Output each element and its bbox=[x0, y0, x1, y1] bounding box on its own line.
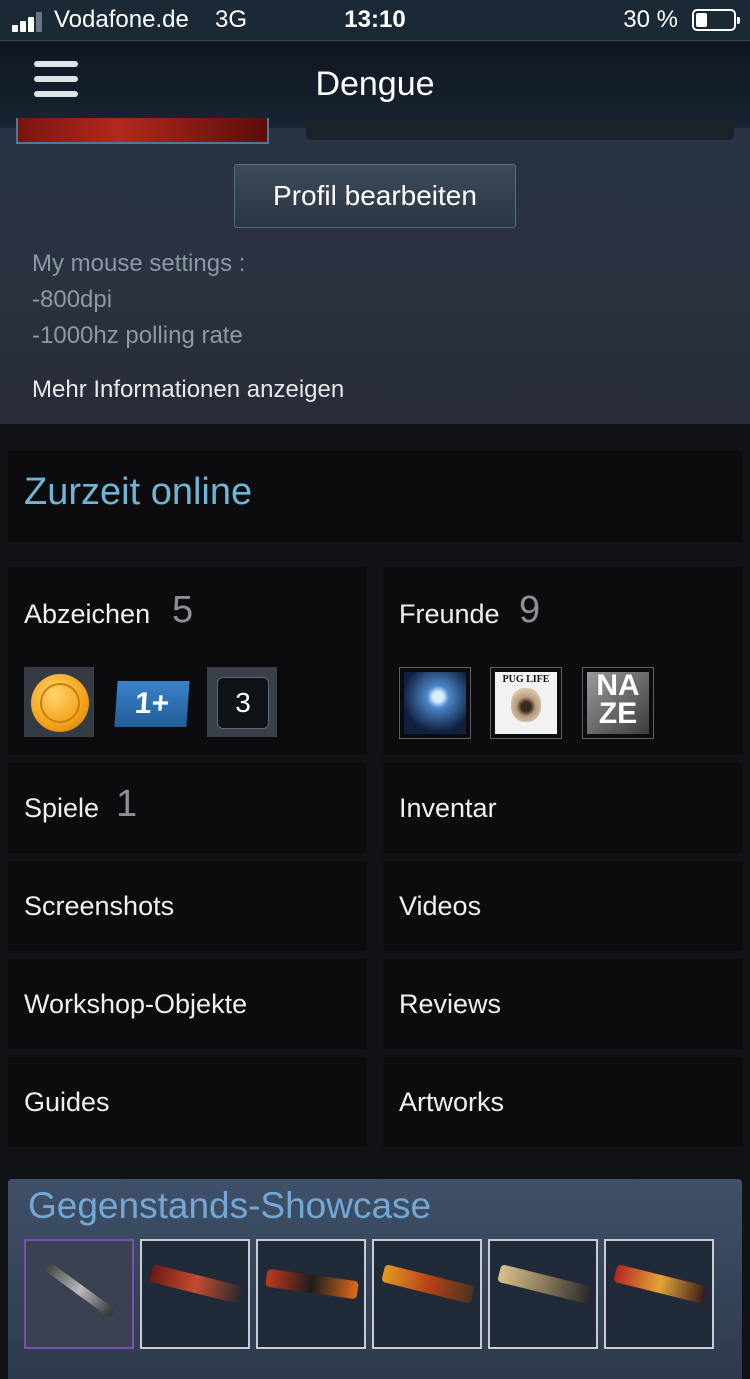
item-showcase: Gegenstands-Showcase bbox=[8, 1179, 742, 1379]
battery-percentage: 30 % bbox=[623, 6, 678, 33]
showcase-item[interactable] bbox=[372, 1239, 482, 1349]
profile-summary: My mouse settings : -800dpi -1000hz poll… bbox=[32, 246, 245, 354]
profile-header: Profil bearbeiten My mouse settings : -8… bbox=[0, 118, 750, 424]
more-info-link[interactable]: Mehr Informationen anzeigen bbox=[32, 376, 344, 404]
profile-level-panel bbox=[306, 118, 734, 140]
reviews-label: Reviews bbox=[399, 989, 502, 1019]
online-status-panel: Zurzeit online bbox=[8, 451, 742, 542]
videos-tile[interactable]: Videos bbox=[383, 861, 742, 951]
friend-avatar[interactable] bbox=[399, 667, 471, 739]
badges-tile[interactable]: Abzeichen 5 1+ 3 bbox=[8, 567, 366, 755]
artworks-tile[interactable]: Artworks bbox=[383, 1057, 742, 1147]
status-bar: Vodafone.de 3G 13:10 30 % bbox=[0, 0, 750, 41]
online-status-text: Zurzeit online bbox=[24, 471, 253, 513]
summary-line: My mouse settings : bbox=[32, 250, 246, 277]
coin-badge-icon[interactable] bbox=[24, 667, 94, 737]
showcase-title: Gegenstands-Showcase bbox=[28, 1185, 432, 1226]
showcase-item[interactable] bbox=[256, 1239, 366, 1349]
guides-label: Guides bbox=[24, 1087, 110, 1117]
screenshots-label: Screenshots bbox=[24, 891, 175, 921]
guides-tile[interactable]: Guides bbox=[8, 1057, 366, 1147]
games-tile[interactable]: Spiele 1 bbox=[8, 763, 366, 853]
inventory-tile[interactable]: Inventar bbox=[383, 763, 742, 853]
friend-avatar[interactable]: PUG LIFE bbox=[490, 667, 562, 739]
workshop-tile[interactable]: Workshop-Objekte bbox=[8, 959, 366, 1049]
videos-label: Videos bbox=[399, 891, 482, 921]
avatar[interactable] bbox=[16, 118, 269, 144]
friends-tile[interactable]: Freunde 9 PUG LIFE NA ZE bbox=[383, 567, 742, 755]
xp-badge-icon[interactable]: 1+ bbox=[114, 667, 190, 737]
edit-profile-button[interactable]: Profil bearbeiten bbox=[234, 164, 516, 228]
workshop-label: Workshop-Objekte bbox=[24, 989, 248, 1019]
showcase-item[interactable] bbox=[140, 1239, 250, 1349]
friends-count: 9 bbox=[519, 589, 541, 631]
battery-icon bbox=[692, 9, 740, 31]
friend-avatar[interactable]: NA ZE bbox=[582, 667, 654, 739]
showcase-item[interactable] bbox=[604, 1239, 714, 1349]
summary-line: -800dpi bbox=[32, 286, 113, 313]
nav-bar: Dengue bbox=[0, 41, 750, 128]
years-of-service-badge-icon[interactable]: 3 bbox=[207, 667, 277, 737]
screenshots-tile[interactable]: Screenshots bbox=[8, 861, 366, 951]
inventory-label: Inventar bbox=[399, 793, 497, 823]
showcase-item[interactable] bbox=[24, 1239, 134, 1349]
summary-line: -1000hz polling rate bbox=[32, 322, 243, 349]
badges-label: Abzeichen bbox=[24, 599, 151, 629]
games-label: Spiele bbox=[24, 793, 100, 823]
showcase-item[interactable] bbox=[488, 1239, 598, 1349]
artworks-label: Artworks bbox=[399, 1087, 505, 1117]
badges-count: 5 bbox=[172, 589, 194, 631]
games-count: 1 bbox=[116, 783, 138, 825]
page-title: Dengue bbox=[315, 65, 435, 103]
friends-label: Freunde bbox=[399, 599, 500, 629]
reviews-tile[interactable]: Reviews bbox=[383, 959, 742, 1049]
